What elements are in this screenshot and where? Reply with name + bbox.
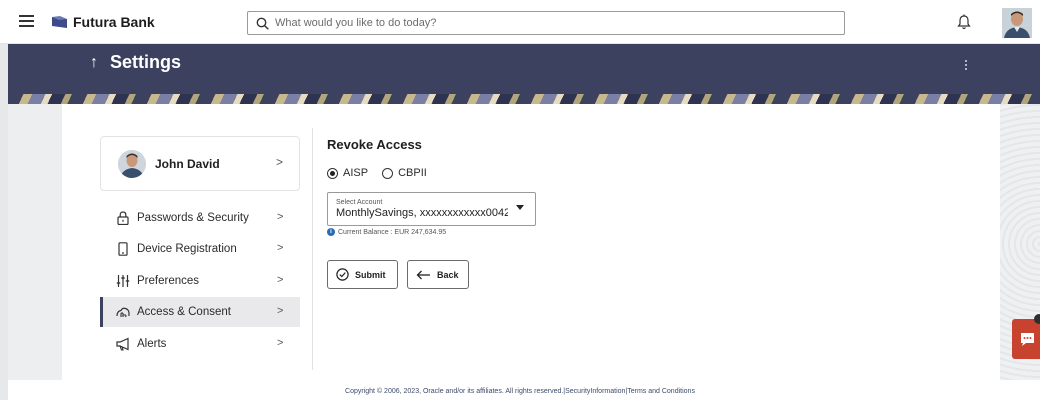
chevron-right-icon: > bbox=[277, 211, 284, 223]
footer-copyright: Copyright © 2006, 2023, Oracle and/or it… bbox=[345, 388, 695, 395]
nav-item-label: Alerts bbox=[137, 338, 167, 350]
nav-item-label: Device Registration bbox=[137, 243, 237, 255]
radio-cbpii[interactable]: CBPII bbox=[382, 167, 427, 179]
radio-aisp[interactable]: AISP bbox=[327, 167, 368, 179]
bank-logo-icon bbox=[52, 16, 67, 28]
info-icon: i bbox=[327, 228, 335, 236]
select-account-value: MonthlySavings, xxxxxxxxxxxx0042 bbox=[336, 207, 508, 219]
chevron-right-icon: > bbox=[276, 155, 284, 169]
nav-item-label: Access & Consent bbox=[137, 306, 231, 318]
bell-icon[interactable] bbox=[957, 14, 971, 30]
chevron-right-icon: > bbox=[277, 274, 284, 286]
profile-name: John David bbox=[155, 157, 220, 171]
profile-card[interactable]: John David > bbox=[100, 136, 300, 191]
submit-button[interactable]: Submit bbox=[327, 260, 398, 289]
select-account-label: Select Account bbox=[336, 199, 383, 206]
back-button[interactable]: Back bbox=[407, 260, 469, 289]
user-avatar[interactable] bbox=[1002, 8, 1032, 38]
select-account-dropdown[interactable]: Select Account MonthlySavings, xxxxxxxxx… bbox=[327, 192, 536, 226]
search-bar[interactable] bbox=[247, 11, 845, 35]
hamburger-menu-icon[interactable] bbox=[19, 15, 34, 27]
profile-avatar bbox=[118, 150, 146, 178]
chevron-right-icon: > bbox=[277, 305, 284, 317]
radio-label: AISP bbox=[343, 167, 369, 179]
current-balance-text: Current Balance : EUR 247,634.95 bbox=[338, 228, 447, 236]
chevron-right-icon: > bbox=[277, 242, 284, 254]
search-icon bbox=[256, 17, 269, 30]
cloud-hand-icon bbox=[116, 307, 130, 318]
page-title: ↑ Settings bbox=[90, 52, 181, 73]
kebab-menu-icon[interactable] bbox=[964, 60, 968, 72]
form-title: Revoke Access bbox=[327, 137, 422, 152]
submit-label: Submit bbox=[355, 269, 386, 280]
page-title-text: Settings bbox=[110, 52, 182, 72]
brand-name: Futura Bank bbox=[73, 14, 155, 30]
arrow-up-icon[interactable]: ↑ bbox=[90, 54, 98, 72]
nav-item-label: Preferences bbox=[137, 275, 200, 287]
megaphone-icon bbox=[116, 337, 129, 351]
chat-icon bbox=[1021, 333, 1034, 346]
arrow-left-icon bbox=[416, 270, 430, 279]
chevron-right-icon: > bbox=[277, 337, 284, 349]
top-bar: Futura Bank bbox=[0, 0, 1040, 44]
nav-item-label: Passwords & Security bbox=[137, 212, 249, 224]
nav-item-access-consent[interactable]: Access & Consent > bbox=[100, 297, 300, 327]
nav-item-device-registration[interactable]: Device Registration > bbox=[100, 234, 300, 264]
chat-notification-dot bbox=[1034, 314, 1040, 324]
radio-group: AISP CBPII bbox=[327, 167, 441, 179]
nav-item-preferences[interactable]: Preferences > bbox=[100, 266, 300, 296]
check-circle-icon bbox=[336, 268, 349, 281]
radio-unselected-icon bbox=[382, 167, 394, 179]
caret-down-icon bbox=[516, 205, 524, 210]
vertical-divider bbox=[312, 128, 313, 370]
left-edge-strip bbox=[0, 44, 8, 400]
sliders-icon bbox=[116, 275, 130, 287]
current-balance: i Current Balance : EUR 247,634.95 bbox=[327, 228, 446, 236]
chat-button[interactable] bbox=[1012, 319, 1040, 359]
nav-item-passwords-security[interactable]: Passwords & Security > bbox=[100, 203, 300, 233]
radio-selected-icon bbox=[327, 167, 338, 179]
radio-label: CBPII bbox=[398, 167, 427, 179]
brand[interactable]: Futura Bank bbox=[52, 13, 155, 31]
decorative-pattern-band bbox=[8, 94, 1040, 104]
search-input[interactable] bbox=[275, 17, 815, 29]
device-icon bbox=[118, 242, 128, 256]
lock-icon bbox=[117, 211, 129, 225]
back-label: Back bbox=[437, 269, 459, 280]
nav-item-alerts[interactable]: Alerts > bbox=[100, 329, 300, 359]
